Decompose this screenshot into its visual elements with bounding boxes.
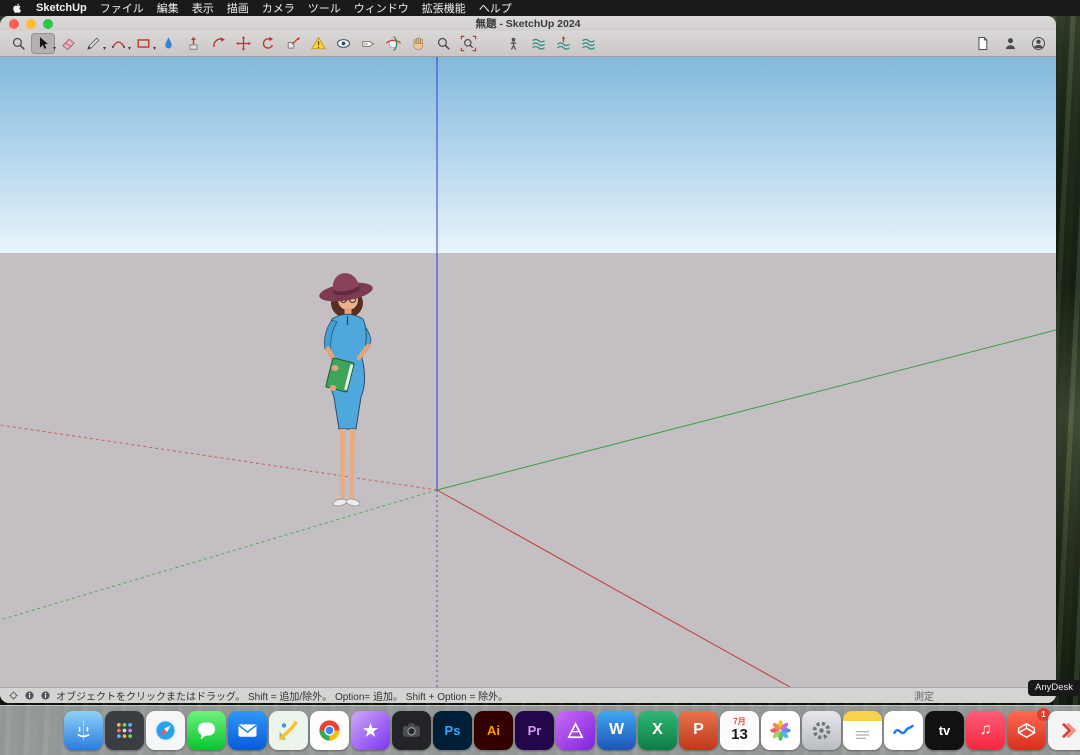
toolbar-right-icons (970, 33, 1050, 54)
dock-mail[interactable] (228, 711, 267, 750)
select-tool[interactable] (31, 33, 55, 54)
account-icon[interactable] (1026, 33, 1050, 54)
menu-edit[interactable]: 編集 (157, 0, 179, 16)
pan-tool[interactable] (406, 33, 430, 54)
offset-tool[interactable] (206, 33, 230, 54)
look-around-tool[interactable] (331, 33, 355, 54)
menu-help[interactable]: ヘルプ (479, 0, 512, 16)
dock-maps[interactable] (269, 711, 308, 750)
dock-premiere[interactable]: Pr (515, 711, 554, 750)
menu-camera[interactable]: カメラ (262, 0, 295, 16)
screen: SketchUp ファイル編集表示描画カメラツールウィンドウ拡張機能ヘルプ 無題 … (0, 0, 1080, 755)
dock-messages[interactable] (187, 711, 226, 750)
geolocation-icon[interactable] (8, 690, 19, 701)
arc-tool[interactable] (106, 33, 130, 54)
measurement-label: 測定 (914, 688, 934, 703)
menu-tools[interactable]: ツール (308, 0, 341, 16)
push-pull-tool[interactable] (181, 33, 205, 54)
menubar: SketchUp ファイル編集表示描画カメラツールウィンドウ拡張機能ヘルプ (0, 0, 1080, 16)
sky (0, 57, 1056, 253)
ground (0, 253, 1056, 687)
dock-finder[interactable] (64, 711, 103, 750)
line-tool[interactable] (81, 33, 105, 54)
dock-settings[interactable] (802, 711, 841, 750)
sandbox-tool-2[interactable] (551, 33, 575, 54)
menu-draw[interactable]: 描画 (227, 0, 249, 16)
rectangle-tool[interactable] (131, 33, 155, 54)
sketchup-window: 無題 - SketchUp 2024 (0, 16, 1056, 703)
search-tool[interactable] (6, 33, 30, 54)
apple-menu-icon[interactable] (12, 2, 23, 14)
menubar-items: SketchUp ファイル編集表示描画カメラツールウィンドウ拡張機能ヘルプ (36, 0, 512, 16)
sandbox-tool-1[interactable] (526, 33, 550, 54)
dock-anydesk[interactable] (1048, 711, 1080, 750)
dock-safari[interactable] (146, 711, 185, 750)
dock: ★ Ps Ai (0, 705, 1080, 755)
dock-music[interactable]: ♫ (966, 711, 1005, 750)
instructor-info-icon[interactable] (40, 690, 51, 701)
scale-figure-icon[interactable] (998, 33, 1022, 54)
eraser-tool[interactable] (56, 33, 80, 54)
statusbar: オブジェクトをクリックまたはドラッグ。 Shift = 追加/除外。 Optio… (0, 687, 1056, 703)
dock-photos[interactable] (761, 711, 800, 750)
dock-chrome[interactable] (310, 711, 349, 750)
dock-imovie[interactable]: ★ (351, 711, 390, 750)
status-hint: オブジェクトをクリックまたはドラッグ。 Shift = 追加/除外。 Optio… (56, 688, 508, 703)
titlebar[interactable]: 無題 - SketchUp 2024 (0, 16, 1056, 31)
dock-affinity[interactable] (556, 711, 595, 750)
rotate-tool[interactable] (256, 33, 280, 54)
dock-calendar[interactable]: 7月 13 (720, 711, 759, 750)
move-tool[interactable] (231, 33, 255, 54)
toolbar (0, 31, 1056, 57)
window-title: 無題 - SketchUp 2024 (0, 16, 1056, 32)
document-icon[interactable] (970, 33, 994, 54)
dock-notes[interactable] (843, 711, 882, 750)
dock-camera-app[interactable] (392, 711, 431, 750)
menu-sketchup[interactable]: SketchUp (36, 2, 87, 14)
dock-photoshop[interactable]: Ps (433, 711, 472, 750)
menu-file[interactable]: ファイル (100, 0, 144, 16)
menu-extensions[interactable]: 拡張機能 (422, 0, 466, 16)
zoom-tool[interactable] (431, 33, 455, 54)
anydesk-label[interactable]: AnyDesk (1028, 680, 1080, 696)
toolbar-tools (6, 33, 600, 54)
position-camera-tool[interactable] (501, 33, 525, 54)
dock-illustrator[interactable]: Ai (474, 711, 513, 750)
help-info-icon[interactable] (24, 690, 35, 701)
sandbox-tool-3[interactable] (576, 33, 600, 54)
orbit-tool[interactable] (381, 33, 405, 54)
paint-bucket-tool[interactable] (156, 33, 180, 54)
scale-tool[interactable] (281, 33, 305, 54)
dock-excel[interactable]: X (638, 711, 677, 750)
menu-window[interactable]: ウィンドウ (354, 0, 409, 16)
label-tool[interactable] (356, 33, 380, 54)
dock-freeform[interactable] (884, 711, 923, 750)
dock-launchpad[interactable] (105, 711, 144, 750)
zoom-extents-tool[interactable] (456, 33, 480, 54)
viewport[interactable] (0, 57, 1056, 687)
dock-appletv[interactable]: tv (925, 711, 964, 750)
dock-powerpoint[interactable]: P (679, 711, 718, 750)
menu-view[interactable]: 表示 (192, 0, 214, 16)
warning-indicator[interactable] (306, 33, 330, 54)
dock-word[interactable]: W (597, 711, 636, 750)
dock-sketchup[interactable]: 1 (1007, 711, 1046, 750)
